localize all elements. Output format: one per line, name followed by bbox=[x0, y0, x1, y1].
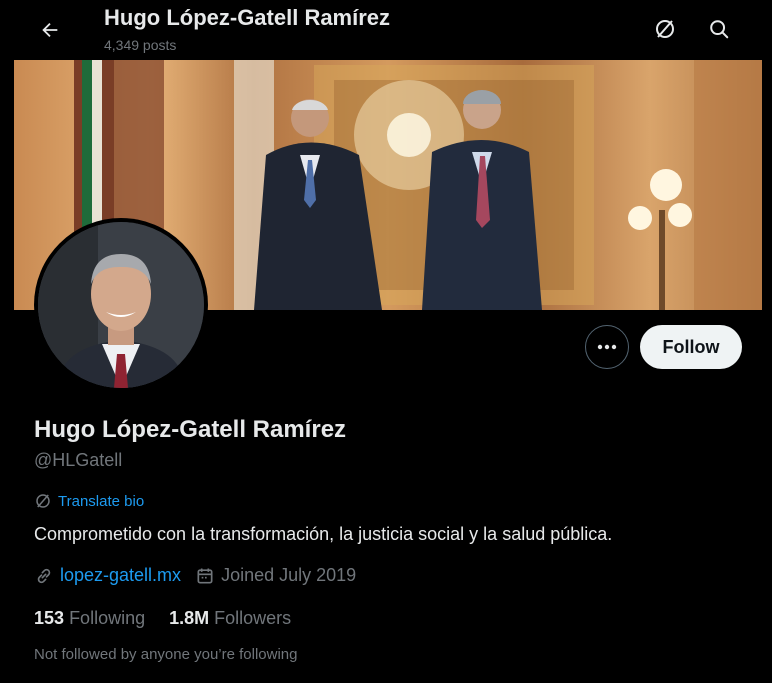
not-followed-note: Not followed by anyone you’re following bbox=[34, 646, 298, 663]
following-label: Following bbox=[69, 608, 146, 628]
header-title: Hugo López-Gatell Ramírez bbox=[104, 5, 391, 30]
website-item: lopez-gatell.mx bbox=[34, 565, 181, 586]
translate-button[interactable] bbox=[646, 10, 684, 48]
translate-icon bbox=[656, 20, 674, 38]
more-icon bbox=[597, 344, 617, 350]
search-icon bbox=[710, 20, 729, 39]
avatar[interactable] bbox=[34, 218, 208, 392]
back-button[interactable] bbox=[32, 12, 68, 48]
profile-header: Hugo López-Gatell Ramírez 4,349 posts bbox=[14, 0, 762, 60]
profile-handle: @HLGatell bbox=[34, 450, 123, 470]
followers-link[interactable]: 1.8M Followers bbox=[169, 608, 291, 629]
arrow-left-icon bbox=[42, 22, 58, 38]
translate-bio-link[interactable]: Translate bio bbox=[34, 492, 144, 510]
post-count: 4,349 posts bbox=[104, 37, 177, 53]
joined-item: Joined July 2019 bbox=[195, 565, 356, 586]
calendar-icon bbox=[197, 568, 213, 583]
translate-bio-label: Translate bio bbox=[58, 492, 145, 510]
profile-meta: lopez-gatell.mx Joined July 2019 bbox=[34, 565, 370, 586]
profile-column: Hugo López-Gatell Ramírez 4,349 posts Fo… bbox=[14, 0, 762, 683]
profile-name: Hugo López-Gatell Ramírez bbox=[34, 416, 347, 443]
profile-bio: Comprometido con la transformación, la j… bbox=[34, 524, 613, 544]
website-link[interactable]: lopez-gatell.mx bbox=[60, 565, 181, 586]
followers-label: Followers bbox=[214, 608, 292, 628]
follow-button[interactable]: Follow bbox=[640, 325, 742, 369]
link-icon bbox=[37, 568, 51, 583]
search-button[interactable] bbox=[700, 10, 738, 48]
follow-stats: 153 Following 1.8M Followers bbox=[34, 608, 315, 629]
followers-count: 1.8M bbox=[169, 608, 210, 628]
joined-date: Joined July 2019 bbox=[221, 565, 357, 585]
following-link[interactable]: 153 Following bbox=[34, 608, 145, 629]
avatar-photo bbox=[38, 222, 204, 388]
more-options-button[interactable] bbox=[585, 325, 629, 369]
following-count: 153 bbox=[34, 608, 65, 628]
translate-icon bbox=[36, 494, 50, 508]
